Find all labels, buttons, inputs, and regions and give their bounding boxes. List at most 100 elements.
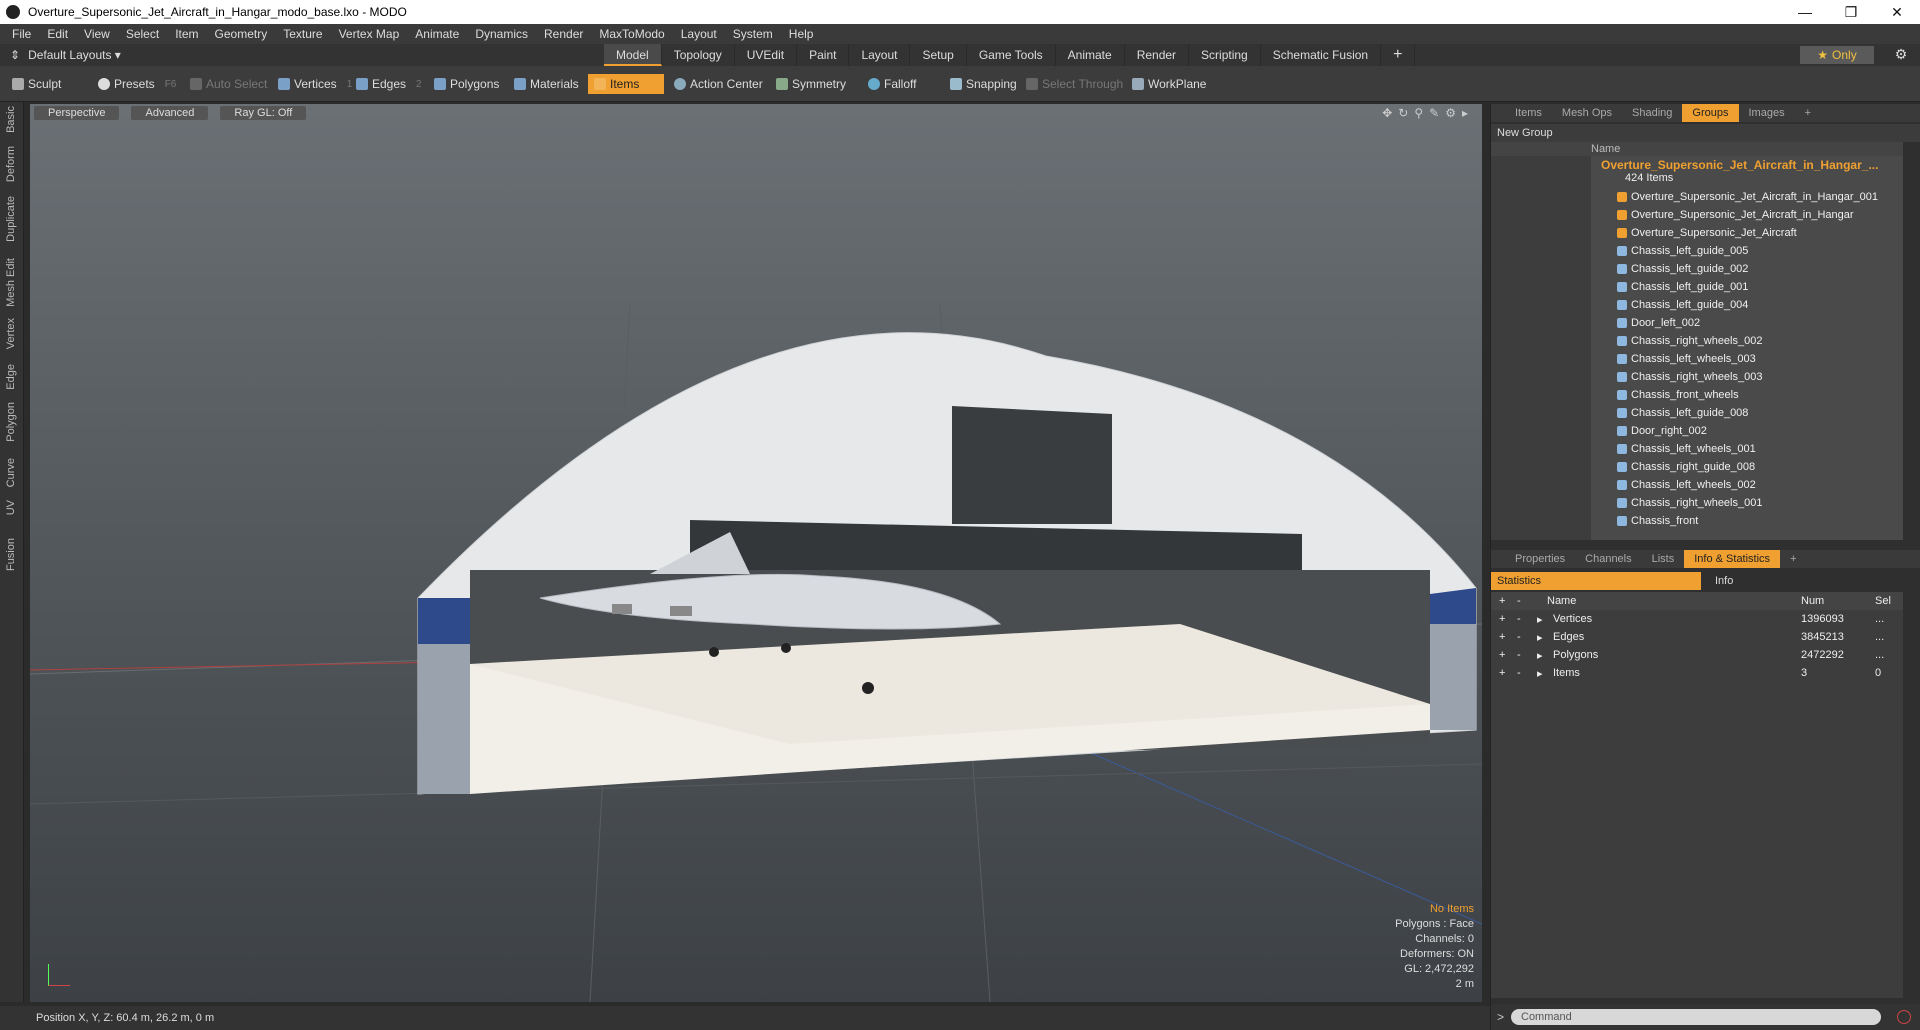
minimize-button[interactable]: — [1782,0,1828,24]
menu-select[interactable]: Select [126,27,159,41]
expand-arrow-icon[interactable]: ▸ [1537,631,1543,644]
add-panel-tab-icon[interactable]: + [1780,553,1806,565]
tab-game-tools[interactable]: Game Tools [967,44,1056,66]
expand-arrow-icon[interactable]: ▸ [1537,649,1543,662]
collapse-all-icon[interactable]: - [1517,595,1521,607]
menu-dynamics[interactable]: Dynamics [475,27,528,41]
list-item[interactable]: Chassis_right_guide_008 [1491,458,1903,476]
action-center-button[interactable]: Action Center [668,74,769,94]
gear-icon[interactable]: ⚙ [1892,46,1910,64]
zoom-view-icon[interactable]: ⚲ [1414,106,1423,120]
list-item[interactable]: Chassis_left_wheels_001 [1491,440,1903,458]
list-item[interactable]: Door_right_002 [1491,422,1903,440]
list-item[interactable]: Chassis_left_guide_001 [1491,278,1903,296]
list-item[interactable]: Chassis_right_wheels_002 [1491,332,1903,350]
menu-texture[interactable]: Texture [283,27,322,41]
presets-button[interactable]: Presets F6 [92,74,182,94]
tab-properties[interactable]: Properties [1505,553,1575,565]
left-tab-edge[interactable]: Edge [5,364,17,390]
list-item[interactable]: Chassis_right_wheels_001 [1491,494,1903,512]
menu-system[interactable]: System [733,27,773,41]
tab-groups[interactable]: Groups [1682,104,1739,122]
menu-file[interactable]: File [12,27,31,41]
remove-icon[interactable]: - [1517,649,1521,661]
snapping-button[interactable]: Snapping [944,74,1023,94]
expand-arrow-icon[interactable]: ▸ [1537,613,1543,626]
remove-icon[interactable]: - [1517,613,1521,625]
menu-maxtomodo[interactable]: MaxToModo [599,27,664,41]
record-icon[interactable] [1897,1010,1911,1024]
vertices-button[interactable]: Vertices 1 [272,74,358,94]
left-tab-mesh-edit[interactable]: Mesh Edit [5,258,17,307]
tab-topology[interactable]: Topology [662,44,735,66]
list-item[interactable]: Overture_Supersonic_Jet_Aircraft_in_Hang… [1491,206,1903,224]
tab-schematic-fusion[interactable]: Schematic Fusion [1261,44,1382,66]
command-input[interactable]: Command [1511,1009,1881,1025]
add-icon[interactable]: + [1499,649,1505,661]
list-item[interactable]: Chassis_left_guide_004 [1491,296,1903,314]
menu-item[interactable]: Item [175,27,198,41]
tab-info-statistics[interactable]: Info & Statistics [1684,550,1781,568]
tab-channels[interactable]: Channels [1575,553,1641,565]
symmetry-button[interactable]: Symmetry [770,74,852,94]
list-item[interactable]: Chassis_left_guide_005 [1491,242,1903,260]
list-item[interactable]: Chassis_left_wheels_002 [1491,476,1903,494]
menu-edit[interactable]: Edit [47,27,68,41]
tab-setup[interactable]: Setup [910,44,967,66]
menu-view[interactable]: View [84,27,110,41]
shading-dropdown[interactable]: Advanced [131,106,209,120]
left-tab-deform[interactable]: Deform [5,146,17,182]
tab-mesh-ops[interactable]: Mesh Ops [1552,107,1622,119]
list-item[interactable]: Chassis_front_wheels [1491,386,1903,404]
menu-animate[interactable]: Animate [415,27,459,41]
auto-select-button[interactable]: Auto Select [184,74,273,94]
menu-vertex-map[interactable]: Vertex Map [339,27,400,41]
new-group-button[interactable]: New Group [1491,124,1920,142]
add-icon[interactable]: + [1499,613,1505,625]
tab-shading[interactable]: Shading [1622,107,1682,119]
left-tab-fusion[interactable]: Fusion [5,538,17,571]
falloff-button[interactable]: Falloff [862,74,922,94]
list-item[interactable]: Overture_Supersonic_Jet_Aircraft [1491,224,1903,242]
view-mode-dropdown[interactable]: Perspective [34,106,120,120]
table-row[interactable]: + - ▸ Items 3 0 [1491,664,1903,682]
raygl-dropdown[interactable]: Ray GL: Off [220,106,307,120]
add-icon[interactable]: + [1499,667,1505,679]
maximize-button[interactable]: ❐ [1828,0,1874,24]
tab-lists[interactable]: Lists [1642,553,1685,565]
tab-render[interactable]: Render [1125,44,1190,66]
expand-all-icon[interactable]: + [1499,595,1505,607]
list-item[interactable]: Chassis_left_guide_002 [1491,260,1903,278]
group-root-name[interactable]: Overture_Supersonic_Jet_Aircraft_in_Hang… [1601,158,1878,172]
tab-paint[interactable]: Paint [797,44,850,66]
edges-button[interactable]: Edges 2 [350,74,428,94]
list-item[interactable]: Overture_Supersonic_Jet_Aircraft_in_Hang… [1491,188,1903,206]
left-tab-curve[interactable]: Curve [5,458,17,487]
left-tab-basic[interactable]: Basic [5,106,17,133]
close-button[interactable]: ✕ [1874,0,1920,24]
tab-items[interactable]: Items [1505,107,1552,119]
tab-images[interactable]: Images [1739,107,1795,119]
list-item[interactable]: Chassis_left_guide_008 [1491,404,1903,422]
table-row[interactable]: + - ▸ Vertices 1396093 ... [1491,610,1903,628]
viewport-gear-icon[interactable]: ⚙ [1445,106,1456,120]
table-row[interactable]: + - ▸ Polygons 2472292 ... [1491,646,1903,664]
left-tab-uv[interactable]: UV [5,500,17,515]
tab-layout[interactable]: Layout [849,44,911,66]
expand-arrow-icon[interactable]: ▸ [1537,667,1543,680]
move-view-icon[interactable]: ✥ [1382,106,1392,120]
menu-help[interactable]: Help [789,27,814,41]
list-item[interactable]: Chassis_left_wheels_003 [1491,350,1903,368]
pen-icon[interactable]: ✎ [1429,106,1439,120]
left-tab-polygon[interactable]: Polygon [5,402,17,442]
remove-icon[interactable]: - [1517,667,1521,679]
materials-button[interactable]: Materials [508,74,585,94]
menu-render[interactable]: Render [544,27,583,41]
expand-arrow-icon[interactable]: ▸ [1462,106,1468,120]
list-item[interactable]: Chassis_right_wheels_003 [1491,368,1903,386]
workplane-button[interactable]: WorkPlane [1126,74,1212,94]
list-item[interactable]: Chassis_front [1491,512,1903,530]
3d-viewport[interactable]: Perspective Advanced Ray GL: Off ✥ ↻ ⚲ ✎… [30,104,1482,1002]
list-item[interactable]: Door_left_002 [1491,314,1903,332]
tab-scripting[interactable]: Scripting [1189,44,1261,66]
